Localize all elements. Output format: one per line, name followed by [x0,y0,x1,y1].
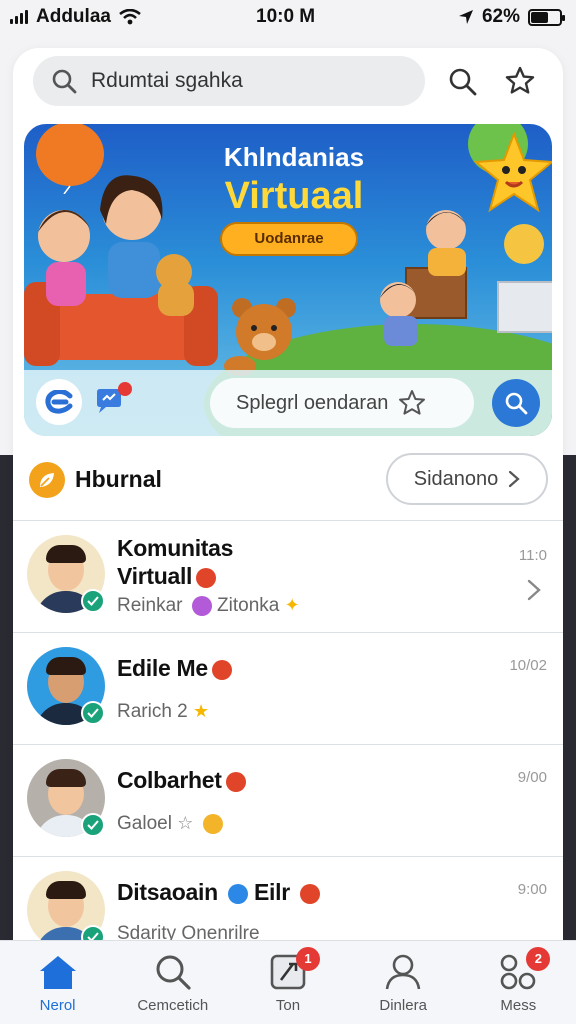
contact-name-line2: Virtuall [117,563,217,590]
red-badge-icon [196,567,217,588]
battery-icon [528,8,565,26]
star-outline-icon [399,390,426,415]
carrier-label: Addulaa [36,6,111,27]
contact-name: Komunitas [117,535,234,561]
red-badge-icon [225,771,246,792]
section-header: Hburnal Sidanono [13,452,563,518]
message-preview: Galoel ☆ [117,813,223,835]
top-search-row: Rdumtai sgahka [33,56,563,106]
section-button-label: Sidanono [413,467,499,490]
nav-item-home[interactable]: Nerol [8,953,108,1014]
nav-item-profile[interactable]: Dinlera [353,953,453,1014]
app-logo-icon [45,390,73,414]
message-time: 9:00 [517,881,547,898]
bear-plush-illustration [224,298,296,376]
star-icon: ★ [193,701,210,721]
star-outline-icon [505,66,535,94]
banner-title-line1: Khlndanias [223,142,365,172]
contact-name: Colbarhet [117,767,246,794]
star-outline-icon: ☆ [177,813,194,833]
signal-icon [10,10,28,24]
nav-item-compose[interactable]: 1 Ton [238,947,338,1014]
notification-badge: 2 [526,947,551,971]
message-time: 10/02 [509,657,547,674]
banner-search-input[interactable]: Splegrl oendaran [210,378,474,428]
main-card: Rdumtai sgahka Khlndanias Virtuaal Uodan… [13,48,563,949]
banner-cta-button[interactable]: Uodanrae [220,222,358,256]
conversation-list: Komunitas Virtuall Reinkar Zitonka ✦ 11:… [13,520,563,968]
search-icon [449,68,477,96]
favorite-button[interactable] [497,58,543,104]
verified-icon [227,883,248,904]
online-status-icon [81,701,105,725]
notification-badge: 1 [295,947,320,971]
message-preview: Reinkar Zitonka ✦ [117,595,300,616]
online-status-icon [81,589,105,613]
search-icon [52,69,77,94]
purple-emoji-icon [191,595,212,616]
list-item[interactable]: Komunitas Virtuall Reinkar Zitonka ✦ 11:… [13,520,563,632]
chevron-right-icon [527,579,541,601]
search-button[interactable] [439,58,485,104]
message-time: 11:0 [518,547,547,564]
banner-title: Khlndanias Virtuaal [184,142,404,218]
chevron-right-icon [509,470,520,488]
section-see-all-button[interactable]: Sidanono [386,453,548,505]
wifi-icon [119,9,141,25]
status-bar: Addulaa 10:0 M 62% [0,0,576,34]
message-time: 9/00 [517,769,547,786]
list-item[interactable]: Edile Me Rarich 2 ★ 10/02 [13,632,563,744]
nav-label: Nerol [39,997,76,1014]
search-placeholder: Rdumtai sgahka [91,69,243,92]
section-leaf-icon [29,462,65,498]
online-status-icon [81,813,105,837]
location-arrow-icon [458,10,473,24]
home-icon [39,956,76,989]
emoji-icon [202,813,223,834]
clock: 10:0 M [256,6,316,27]
nav-label: Mess [500,997,537,1014]
contact-name: Edile Me [117,655,232,682]
nav-item-search[interactable]: Cemcetich [123,953,223,1014]
banner-search-text: Splegrl oendaran [236,391,389,414]
search-icon [505,392,528,415]
app-logo-button[interactable] [36,379,82,425]
nav-label: Dinlera [379,997,427,1014]
bottom-navigation: Nerol Cemcetich 1 Ton Dinlera 2 Mess [0,940,576,1024]
search-icon [156,955,191,990]
search-input[interactable]: Rdumtai sgahka [33,56,425,106]
red-badge-icon [211,659,232,680]
chat-button[interactable] [94,382,132,419]
message-preview: Rarich 2 ★ [117,701,210,722]
contact-name: Ditsaoain Eilr [117,879,320,906]
chat-notification-dot [118,382,132,396]
kids-boxes-illustration [380,210,552,346]
section-title: Hburnal [75,466,162,492]
banner-search-button[interactable] [492,379,540,427]
list-item[interactable]: Colbarhet Galoel ☆ 9/00 [13,744,563,856]
profile-icon [385,954,421,990]
nav-label: Ton [275,997,301,1014]
nav-item-messages[interactable]: 2 Mess [468,947,568,1014]
banner-action-bar: Splegrl oendaran [24,370,552,436]
battery-percent: 62% [481,6,520,27]
banner-title-line2: Virtuaal [224,175,364,217]
nav-label: Cemcetich [137,997,209,1014]
sparkle-icon: ✦ [284,595,300,615]
red-badge-icon [299,883,320,904]
promo-banner[interactable]: Khlndanias Virtuaal Uodanrae Splegrl oen… [24,124,552,436]
